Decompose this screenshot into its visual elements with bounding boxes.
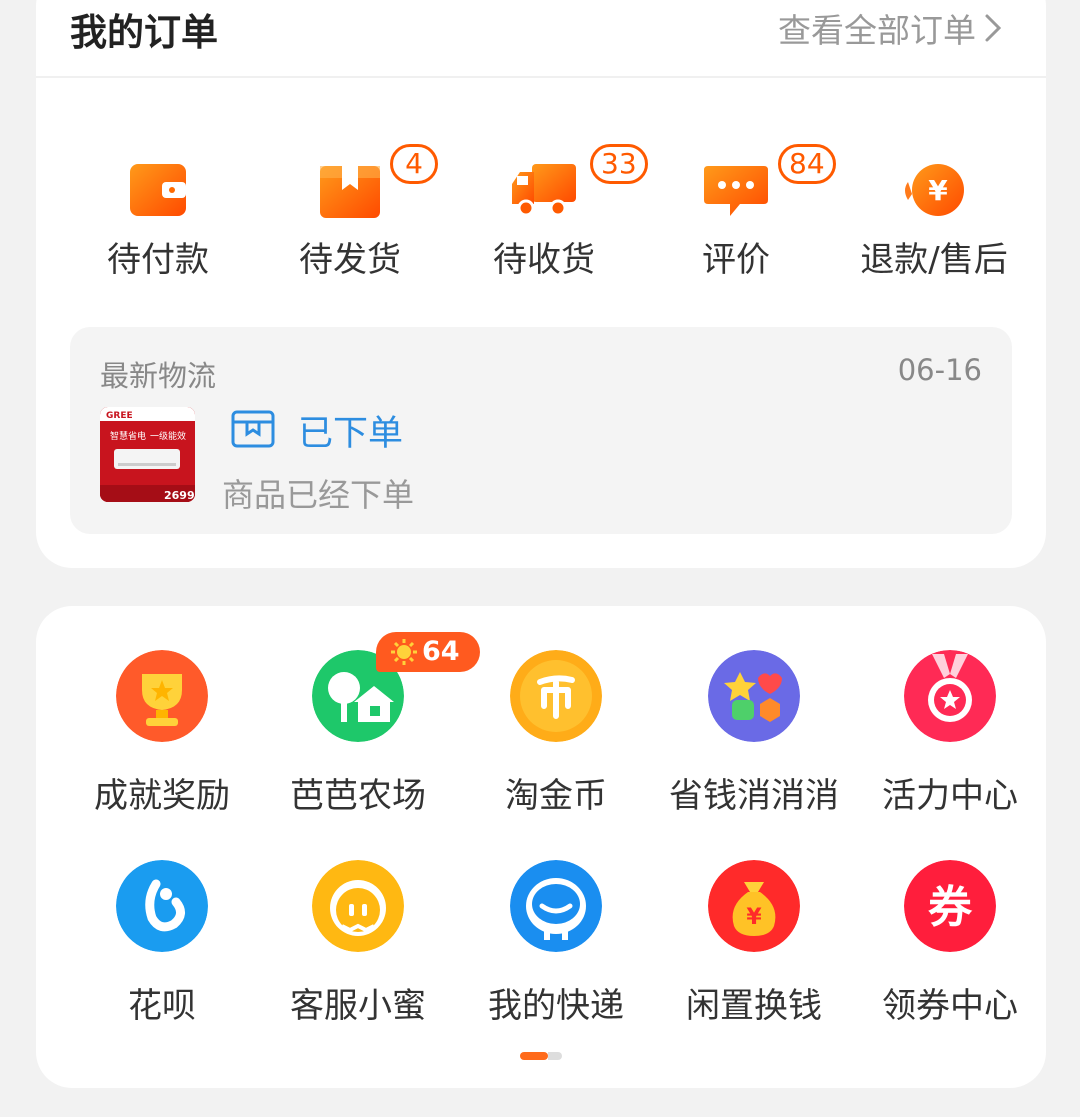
refund-icon: ¥	[905, 164, 964, 216]
thumb-brand: GREE	[106, 411, 133, 421]
order-placed-icon	[231, 410, 275, 448]
sun-icon	[391, 639, 417, 665]
tool-save-money-game[interactable]: 省钱消消消	[656, 650, 852, 840]
tool-label: 淘金币	[505, 776, 607, 816]
order-status-pending-receipt[interactable]: 33 待收货	[444, 144, 648, 310]
coin-icon	[510, 650, 602, 742]
orders-title: 我的订单	[70, 11, 218, 54]
tool-label: 领券中心	[882, 986, 1018, 1026]
tool-vitality-center[interactable]: 活力中心	[852, 650, 1048, 840]
tool-customer-service[interactable]: 客服小蜜	[260, 860, 456, 1050]
truck-icon	[512, 164, 576, 217]
order-status-label: 待收货	[493, 240, 595, 280]
page-indicator	[520, 1052, 562, 1060]
huabei-icon	[116, 860, 208, 952]
svg-text:¥: ¥	[746, 905, 762, 930]
view-all-orders-link[interactable]: 查看全部订单	[778, 4, 1002, 52]
trophy-icon	[116, 650, 208, 742]
order-status-row: 待付款 4 待发货 33 待收货 84 评价 ¥ 退款/售后	[36, 144, 1046, 310]
tool-taojinbi[interactable]: 淘金币	[458, 650, 654, 840]
latest-logistics-panel[interactable]: 最新物流 06-16 GREE 智慧省电 一级能效 2699 已下单 商品已经下…	[70, 327, 1012, 534]
order-badge: 4	[390, 144, 438, 184]
order-status-review[interactable]: 84 评价	[636, 144, 836, 310]
tools-card: 成就奖励 64 芭芭农场 淘金币 省钱消消消 活力中心 花呗 客服小蜜 我的快递…	[36, 606, 1046, 1088]
order-status-label: 评价	[702, 240, 770, 280]
svg-text:¥: ¥	[928, 174, 948, 207]
order-status-refund[interactable]: ¥ 退款/售后	[834, 160, 1034, 310]
tool-my-express[interactable]: 我的快递	[458, 860, 654, 1050]
comment-icon	[704, 166, 768, 216]
puzzle-game-icon	[708, 650, 800, 742]
wallet-icon	[130, 164, 186, 216]
thumb-price: 2699	[164, 489, 195, 502]
order-status-label: 待发货	[299, 240, 401, 280]
tool-label: 省钱消消消	[669, 776, 839, 816]
tool-label: 客服小蜜	[290, 986, 426, 1026]
svg-text:券: 券	[928, 882, 973, 933]
tool-label: 芭芭农场	[290, 776, 426, 816]
order-badge: 84	[778, 144, 836, 184]
view-all-orders-label: 查看全部订单	[778, 11, 976, 50]
customer-service-icon	[312, 860, 404, 952]
order-status-pending-shipment[interactable]: 4 待发货	[250, 144, 450, 310]
tool-label: 我的快递	[488, 986, 624, 1026]
money-bag-icon: ¥	[708, 860, 800, 952]
order-status-label: 退款/售后	[860, 240, 1008, 280]
order-status-pending-payment[interactable]: 待付款	[58, 160, 258, 310]
farm-badge-count: 64	[422, 636, 460, 667]
coupon-icon: 券	[904, 860, 996, 952]
package-icon	[320, 166, 380, 218]
order-status-label: 待付款	[107, 240, 209, 280]
page-dot	[548, 1052, 562, 1060]
logistics-description: 商品已经下单	[222, 476, 415, 514]
tool-huabei[interactable]: 花呗	[64, 860, 260, 1050]
thumb-tag: 一级能效	[150, 430, 186, 442]
chevron-right-icon	[985, 14, 1002, 42]
logistics-status: 已下单	[298, 414, 404, 454]
page-dot-active	[520, 1052, 548, 1060]
tool-label: 闲置换钱	[686, 986, 822, 1026]
express-icon	[510, 860, 602, 952]
thumb-slogan: 智慧省电	[110, 430, 146, 442]
tool-label: 活力中心	[882, 776, 1018, 816]
tool-label: 花呗	[128, 986, 196, 1026]
tool-achievement-rewards[interactable]: 成就奖励	[64, 650, 260, 840]
tool-coupon-center[interactable]: 券 领券中心	[852, 860, 1048, 1050]
tool-baba-farm[interactable]: 64 芭芭农场	[260, 632, 480, 840]
tool-label: 成就奖励	[94, 776, 230, 816]
orders-card: 我的订单 查看全部订单 待付款 4 待发货 33 待收货 84 评价 ¥ 退款/…	[36, 0, 1046, 568]
tool-idle-cash[interactable]: ¥ 闲置换钱	[656, 860, 852, 1050]
product-thumbnail: GREE 智慧省电 一级能效 2699	[100, 407, 195, 502]
orders-header: 我的订单 查看全部订单	[36, 0, 1046, 78]
logistics-date: 06-16	[897, 353, 982, 387]
medal-icon	[904, 650, 996, 742]
logistics-title: 最新物流	[100, 359, 217, 393]
